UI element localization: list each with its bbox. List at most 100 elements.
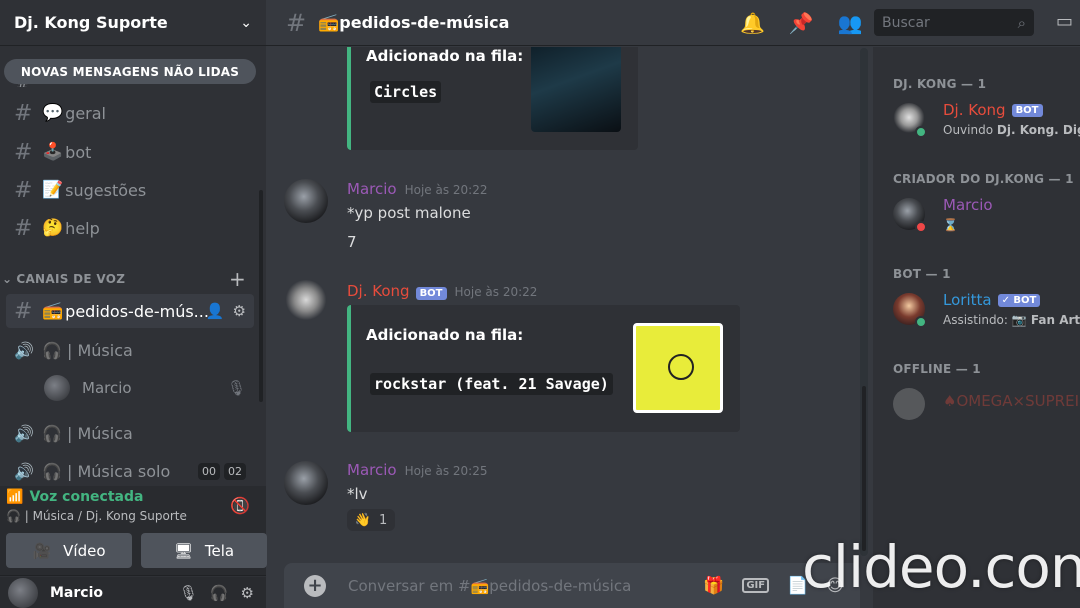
voice-location[interactable]: 🎧 | Música / Dj. Kong Suporte	[6, 509, 187, 523]
member-loritta[interactable]: Loritta ✓ BOT Assistindo: 📷 Fan Art b	[893, 287, 1080, 331]
emoji-icon[interactable]: 😊	[826, 576, 844, 596]
message-timestamp: Hoje às 20:22	[454, 285, 538, 299]
bell-icon[interactable]: 🔔	[740, 11, 765, 35]
avatar[interactable]	[284, 179, 328, 223]
avatar[interactable]	[284, 280, 328, 324]
member-list: DJ. KONG — 1 Dj. Kong BOT Ouvindo Dj. Ko…	[873, 47, 1080, 608]
channel-geral[interactable]: # 💬 geral	[6, 96, 254, 130]
member-marcio[interactable]: Marcio ⌛	[893, 192, 1080, 236]
video-button[interactable]: 🎥 Vídeo	[6, 533, 132, 568]
activity-prefix: Ouvindo	[943, 123, 994, 137]
mute-icon[interactable]: 🎙	[179, 584, 198, 602]
voice-category[interactable]: ⌄ CANAIS DE VOZ +	[2, 267, 252, 291]
user-panel: Marcio 🎙 🎧 ⚙	[0, 577, 266, 608]
member-category: DJ. KONG — 1	[893, 77, 987, 91]
headphones-icon[interactable]: 🎧	[210, 584, 229, 602]
video-label: Vídeo	[63, 541, 106, 560]
member-djkong[interactable]: Dj. Kong BOT Ouvindo Dj. Kong. Digit	[893, 97, 1080, 141]
member-name: Marcio	[943, 196, 993, 214]
message-author[interactable]: Marcio	[347, 461, 397, 479]
upload-plus-icon[interactable]: +	[304, 574, 326, 597]
server-name: Dj. Kong Suporte	[14, 13, 168, 32]
voice-status-label: Voz conectada	[29, 489, 144, 505]
member-category: CRIADOR DO DJ.KONG — 1	[893, 172, 1074, 186]
channel-label: bot	[65, 142, 92, 162]
album-art-circle	[668, 354, 694, 380]
member-activity: Ouvindo Dj. Kong. Digit	[943, 123, 1080, 137]
channel-label: 🎧 | Música	[42, 340, 133, 360]
gear-icon[interactable]: ⚙	[233, 302, 246, 320]
member-name: Loritta	[943, 291, 992, 309]
disconnect-icon[interactable]: 📵	[230, 496, 250, 515]
channel-label: sugestões	[65, 180, 147, 200]
message-text: *lv	[347, 485, 368, 503]
inbox-icon[interactable]: ▭	[1056, 11, 1073, 32]
member-omega[interactable]: ♠OMEGA×SUPREI	[893, 382, 1080, 426]
online-status-icon	[915, 316, 927, 328]
avatar	[893, 388, 925, 420]
message-author[interactable]: Dj. Kong	[347, 282, 410, 300]
invite-icon[interactable]: 👤	[206, 302, 225, 320]
album-thumbnail[interactable]	[531, 47, 621, 132]
channel-help[interactable]: # 🤔 help	[6, 211, 254, 245]
gift-icon[interactable]: 🎁	[703, 576, 724, 596]
channel-label: 🎧 | Música solo	[42, 461, 171, 481]
embed-queued-circles: Adicionado na fila: Circles	[347, 47, 638, 150]
sidebar-scrollbar[interactable]	[259, 190, 263, 402]
message-input[interactable]: Conversar em #📻pedidos-de-música	[348, 577, 703, 595]
sticker-icon[interactable]: 📄	[787, 576, 808, 596]
channel-pedidos-de-musica[interactable]: # 📻 pedidos-de-mús... 👤 ⚙	[6, 294, 254, 328]
member-name-row: Dj. Kong BOT	[943, 101, 1043, 119]
message-author[interactable]: Marcio	[347, 180, 397, 198]
message-timestamp: Hoje às 20:25	[404, 464, 488, 478]
pin-icon[interactable]: 📌	[789, 11, 814, 35]
channel-emoji: 📝	[42, 180, 64, 200]
channel-title: pedidos-de-música	[339, 13, 510, 32]
album-thumbnail[interactable]	[633, 323, 723, 413]
channel-bot[interactable]: # 🕹️ bot	[6, 135, 254, 169]
voice-channel-musica-solo[interactable]: 🔊 🎧 | Música solo 00 02	[6, 454, 254, 488]
unread-messages-banner[interactable]: NOVAS MENSAGENS NÃO LIDAS	[4, 59, 256, 84]
member-category: OFFLINE — 1	[893, 362, 981, 376]
gif-icon[interactable]: GIF	[742, 578, 770, 593]
member-activity: ⌛	[943, 218, 958, 232]
user-name[interactable]: Marcio	[50, 585, 179, 601]
channel-emoji: 📻	[318, 12, 340, 33]
hash-icon: #	[14, 215, 33, 241]
member-name: Dj. Kong	[943, 101, 1006, 119]
voice-connection-panel: 📶 Voz conectada 🎧 | Música / Dj. Kong Su…	[0, 486, 267, 576]
search-placeholder: Buscar	[882, 14, 930, 31]
member-activity: Assistindo: 📷 Fan Art b	[943, 313, 1080, 327]
members-icon[interactable]: 👥	[838, 11, 863, 35]
camera-icon: 🎥	[32, 541, 52, 560]
avatar[interactable]	[284, 461, 328, 505]
hash-icon: #	[14, 177, 33, 203]
embed-track: Circles	[370, 81, 442, 103]
voice-user-marcio[interactable]: Marcio 🎙	[44, 374, 254, 402]
voice-channel-musica[interactable]: 🔊 🎧 | Música	[6, 333, 254, 367]
avatar[interactable]	[8, 577, 38, 608]
gear-icon[interactable]: ⚙	[241, 584, 254, 602]
voice-user-name: Marcio	[82, 379, 132, 397]
channel-label: help	[65, 218, 100, 238]
chat-scrollbar-thumb[interactable]	[862, 386, 866, 551]
activity-prefix: Assistindo:	[943, 313, 1008, 327]
message-list: Adicionado na fila: Circles Marcio Hoje …	[266, 47, 870, 560]
chevron-down-icon[interactable]: ⌄	[240, 15, 252, 31]
channel-label: pedidos-de-mús...	[65, 301, 209, 321]
search-input[interactable]: Buscar ⌕	[874, 9, 1034, 36]
speaker-icon: 🔊	[14, 423, 34, 443]
add-channel-icon[interactable]: +	[229, 267, 246, 291]
speaker-icon: 🔊	[14, 461, 34, 481]
channel-sugestoes[interactable]: # 📝 sugestões	[6, 173, 254, 207]
server-header[interactable]: Dj. Kong Suporte ⌄	[0, 0, 266, 46]
channel-emoji: 📻	[42, 301, 64, 321]
voice-channel-musica-2[interactable]: 🔊 🎧 | Música	[6, 416, 254, 450]
screen-share-button[interactable]: 🖥 Tela	[141, 533, 267, 568]
verified-bot-badge: ✓ BOT	[997, 293, 1041, 307]
timer-seconds: 02	[224, 462, 246, 480]
reaction-button[interactable]: 👋 1	[347, 509, 395, 531]
message-header: Marcio Hoje às 20:25	[347, 461, 487, 479]
bot-badge: BOT	[415, 287, 447, 300]
reaction-count: 1	[378, 512, 388, 528]
